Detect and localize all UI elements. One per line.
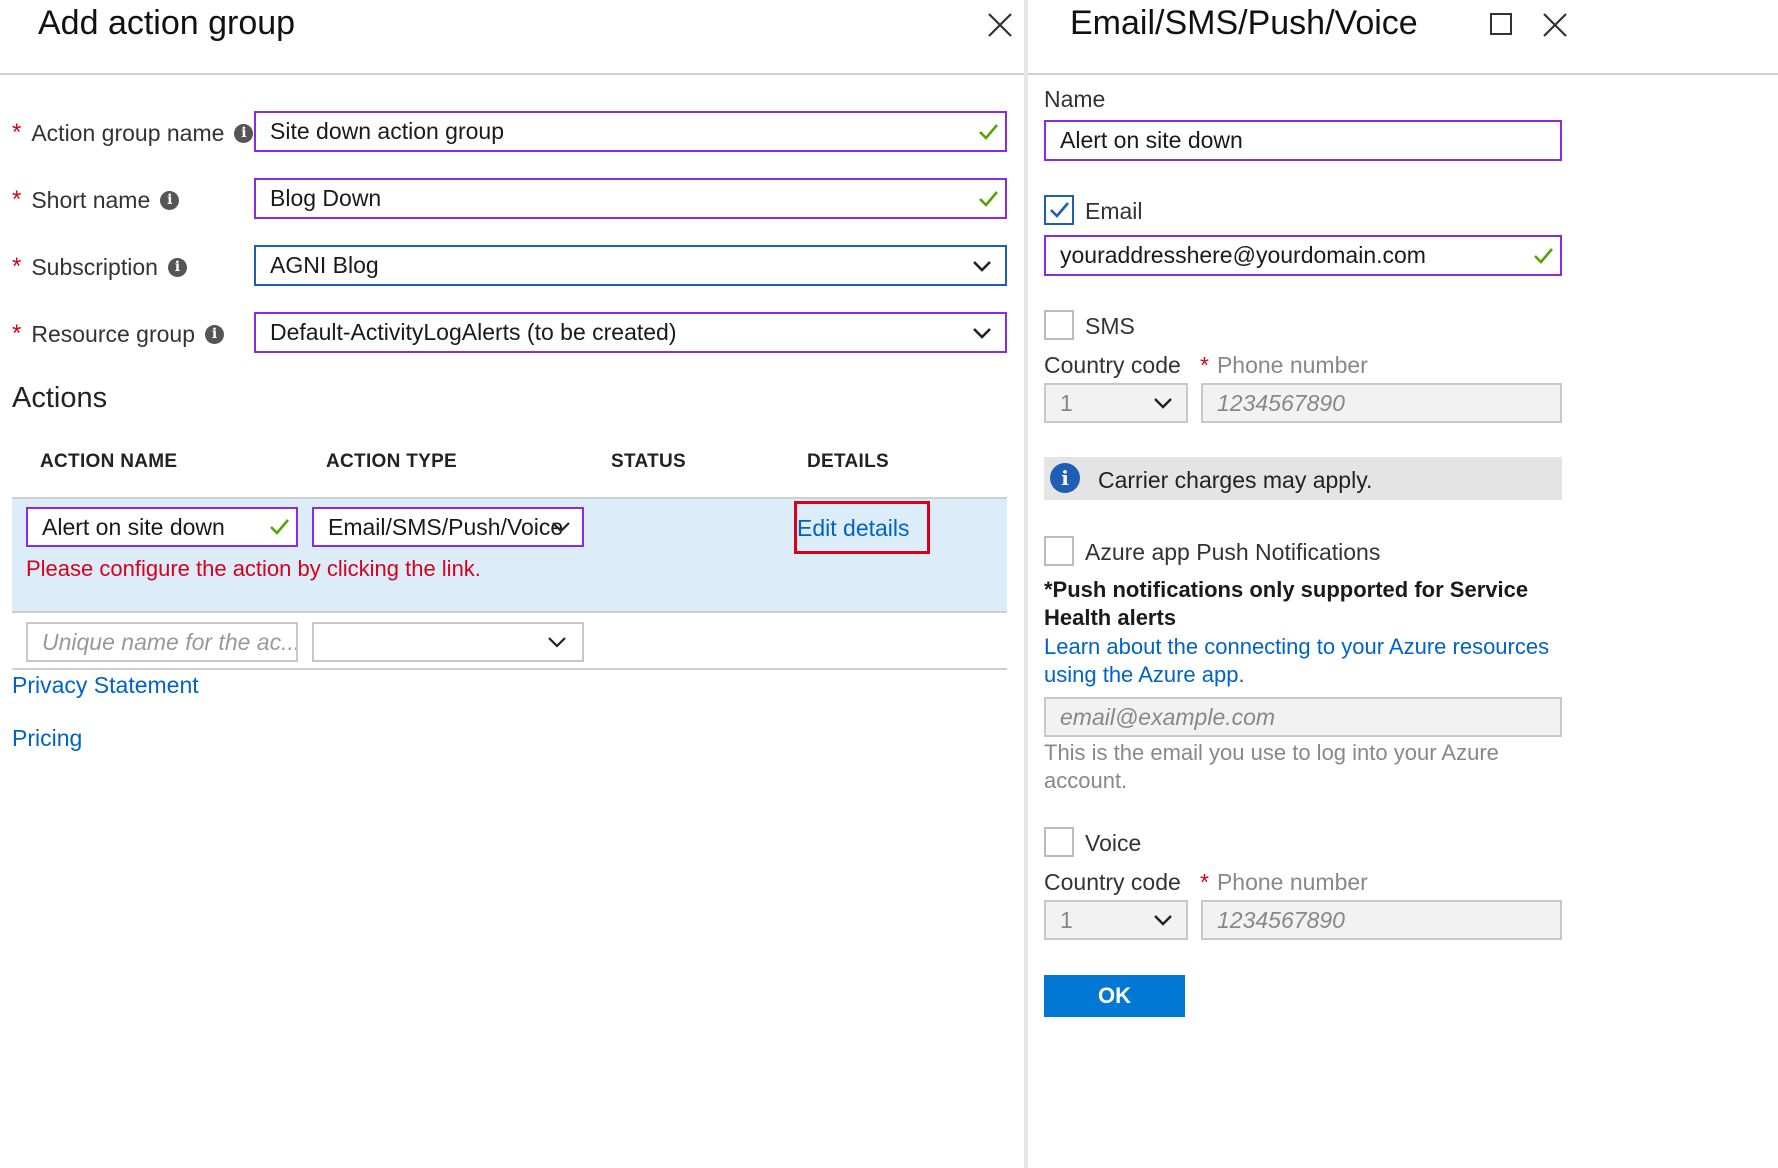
action-group-name-label: * Action group name i: [12, 117, 254, 149]
chevron-down-icon: [548, 637, 566, 648]
left-header-divider: [0, 73, 1024, 75]
close-icon[interactable]: [985, 10, 1015, 40]
sms-country-code-select[interactable]: 1: [1044, 383, 1188, 423]
resource-group-select[interactable]: Default-ActivityLogAlerts (to be created…: [254, 312, 1007, 353]
edit-details-link[interactable]: Edit details: [797, 515, 910, 542]
short-name-label: * Short name i: [12, 184, 180, 216]
info-icon: i: [1050, 463, 1080, 493]
push-note: *Push notifications only supported for S…: [1044, 577, 1529, 630]
sms-phone-label: * Phone number: [1200, 352, 1368, 378]
info-icon[interactable]: i: [234, 123, 254, 143]
ok-button[interactable]: OK: [1044, 975, 1185, 1017]
info-icon[interactable]: i: [160, 190, 180, 210]
column-header-action-name: ACTION NAME: [40, 451, 178, 472]
action-group-name-input[interactable]: Site down action group: [254, 111, 1007, 152]
email-label: Email: [1085, 198, 1143, 224]
right-panel-title: Email/SMS/Push/Voice: [1070, 4, 1418, 42]
close-icon[interactable]: [1540, 10, 1570, 40]
new-action-name-input[interactable]: Unique name for the ac...: [26, 622, 298, 662]
voice-country-code-select[interactable]: 1: [1044, 900, 1188, 940]
checkmark-icon: [1050, 202, 1069, 218]
name-label: Name: [1044, 86, 1106, 112]
email-input[interactable]: youraddresshere@yourdomain.com: [1044, 235, 1562, 276]
action-type-select[interactable]: Email/SMS/Push/Voice: [312, 507, 584, 547]
email-checkbox[interactable]: [1044, 195, 1074, 225]
new-action-type-select[interactable]: [312, 622, 584, 662]
push-email-input[interactable]: email@example.com: [1044, 697, 1562, 737]
privacy-statement-link[interactable]: Privacy Statement: [12, 672, 199, 699]
voice-phone-label: * Phone number: [1200, 869, 1368, 895]
chevron-down-icon: [552, 522, 570, 533]
short-name-input[interactable]: Blog Down: [254, 178, 1007, 219]
voice-country-code-label: Country code: [1044, 869, 1181, 895]
chevron-down-icon: [973, 260, 991, 272]
subscription-label: * Subscription i: [12, 251, 187, 283]
valid-check-icon: [270, 519, 289, 535]
left-panel-title: Add action group: [38, 4, 296, 42]
pricing-link[interactable]: Pricing: [12, 725, 82, 752]
push-learn-link[interactable]: Learn about the connecting to your Azure…: [1044, 633, 1562, 689]
sms-label: SMS: [1085, 313, 1135, 339]
maximize-icon[interactable]: [1489, 12, 1513, 36]
column-header-action-type: ACTION TYPE: [326, 451, 458, 472]
name-input[interactable]: Alert on site down: [1044, 120, 1562, 161]
sms-phone-input[interactable]: 1234567890: [1201, 383, 1562, 423]
voice-label: Voice: [1085, 830, 1142, 856]
resource-group-label: * Resource group i: [12, 318, 224, 350]
carrier-info-text: Carrier charges may apply.: [1098, 467, 1373, 493]
info-icon[interactable]: i: [205, 324, 224, 344]
valid-check-icon: [1534, 247, 1553, 264]
required-mark: *: [12, 119, 22, 146]
chevron-down-icon: [1154, 398, 1172, 409]
column-header-status: STATUS: [611, 451, 686, 472]
push-email-hint: This is the email you use to log into yo…: [1044, 740, 1499, 793]
action-error-message: Please configure the action by clicking …: [26, 556, 481, 581]
valid-check-icon: [979, 190, 998, 207]
action-name-input[interactable]: Alert on site down: [26, 507, 298, 547]
voice-phone-input[interactable]: 1234567890: [1201, 900, 1562, 940]
panel-separator: [1024, 0, 1028, 1168]
subscription-select[interactable]: AGNI Blog: [254, 245, 1007, 286]
sms-checkbox[interactable]: [1044, 310, 1074, 340]
table-divider: [12, 668, 1007, 670]
right-header-divider: [1028, 73, 1778, 75]
push-label: Azure app Push Notifications: [1085, 539, 1381, 565]
column-header-details: DETAILS: [807, 451, 889, 472]
voice-checkbox[interactable]: [1044, 827, 1074, 857]
chevron-down-icon: [973, 327, 991, 339]
sms-country-code-label: Country code: [1044, 352, 1181, 378]
chevron-down-icon: [1154, 915, 1172, 926]
actions-heading: Actions: [12, 382, 108, 414]
push-checkbox[interactable]: [1044, 536, 1074, 566]
info-icon[interactable]: i: [167, 257, 187, 277]
valid-check-icon: [979, 123, 998, 140]
